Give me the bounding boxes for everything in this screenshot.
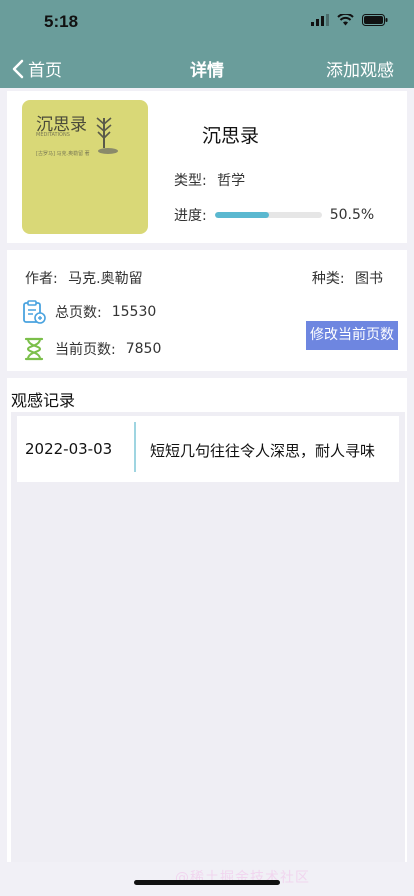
status-time: 5:18 <box>44 12 79 31</box>
progress-label: 进度: <box>174 208 207 224</box>
category-value: 图书 <box>355 271 383 287</box>
hourglass-icon <box>24 337 44 361</box>
tree-icon <box>96 117 118 154</box>
back-label: 首页 <box>28 61 62 81</box>
edit-current-page-button[interactable]: 修改当前页数 <box>306 321 398 350</box>
navigation-bar: 首页 详情 添加观感 <box>0 46 414 88</box>
home-indicator <box>134 880 280 885</box>
book-title: 沉思录 <box>202 125 260 147</box>
note-date: 2022-03-03 <box>25 440 113 458</box>
battery-icon <box>362 14 388 26</box>
current-pages-value: 7850 <box>125 341 162 357</box>
back-button[interactable]: 首页 <box>12 56 62 81</box>
clipboard-icon <box>23 300 46 324</box>
app-header: 5:18 首页 详情 添加观感 <box>0 0 414 88</box>
book-summary-card: 沉思录 MEDITATIONS [古罗马] 马克.奥勒留 著 沉思录 类型: 哲… <box>7 91 407 243</box>
status-bar: 5:18 <box>0 0 414 46</box>
category-row: 种类: 图书 <box>312 268 383 288</box>
type-value: 哲学 <box>217 173 246 189</box>
type-label: 类型: <box>174 173 207 189</box>
author-row: 作者: 马克.奥勒留 <box>25 268 143 288</box>
total-pages-row: 总页数: 15530 <box>21 299 156 325</box>
total-pages-value: 15530 <box>111 304 157 320</box>
add-note-button[interactable]: 添加观感 <box>326 56 394 81</box>
author-value: 马克.奥勒留 <box>68 271 143 287</box>
cover-subtitle: MEDITATIONS <box>36 132 70 138</box>
book-cover: 沉思录 MEDITATIONS [古罗马] 马克.奥勒留 著 <box>22 100 148 234</box>
category-label: 种类: <box>311 271 345 287</box>
status-icons <box>311 14 388 26</box>
book-info-card: 作者: 马克.奥勒留 种类: 图书 总页数: 15530 当前页数: 7850 … <box>7 250 407 371</box>
book-type: 类型: 哲学 <box>174 170 245 190</box>
progress-bar-fill <box>214 212 269 218</box>
reading-progress: 进度: 50.5% <box>174 205 374 225</box>
notes-list[interactable]: 2022-03-03 短短几句往往令人深思，耐人寻味 <box>11 412 405 862</box>
progress-bar <box>214 212 322 218</box>
current-pages-row: 当前页数: 7850 <box>21 336 161 362</box>
progress-percent: 50.5% <box>329 207 375 223</box>
chevron-left-icon <box>12 59 24 78</box>
signal-icon <box>311 14 329 26</box>
wifi-icon <box>337 14 354 26</box>
divider <box>134 422 136 472</box>
notes-section: 观感记录 2022-03-03 短短几句往往令人深思，耐人寻味 <box>7 378 407 862</box>
current-pages-label: 当前页数: <box>55 342 116 358</box>
note-text: 短短几句往往令人深思，耐人寻味 <box>150 442 376 460</box>
total-pages-label: 总页数: <box>55 305 102 321</box>
cover-author: [古罗马] 马克.奥勒留 著 <box>36 151 90 157</box>
author-label: 作者: <box>25 271 58 287</box>
notes-section-title: 观感记录 <box>11 391 76 410</box>
list-item[interactable]: 2022-03-03 短短几句往往令人深思，耐人寻味 <box>17 416 399 482</box>
